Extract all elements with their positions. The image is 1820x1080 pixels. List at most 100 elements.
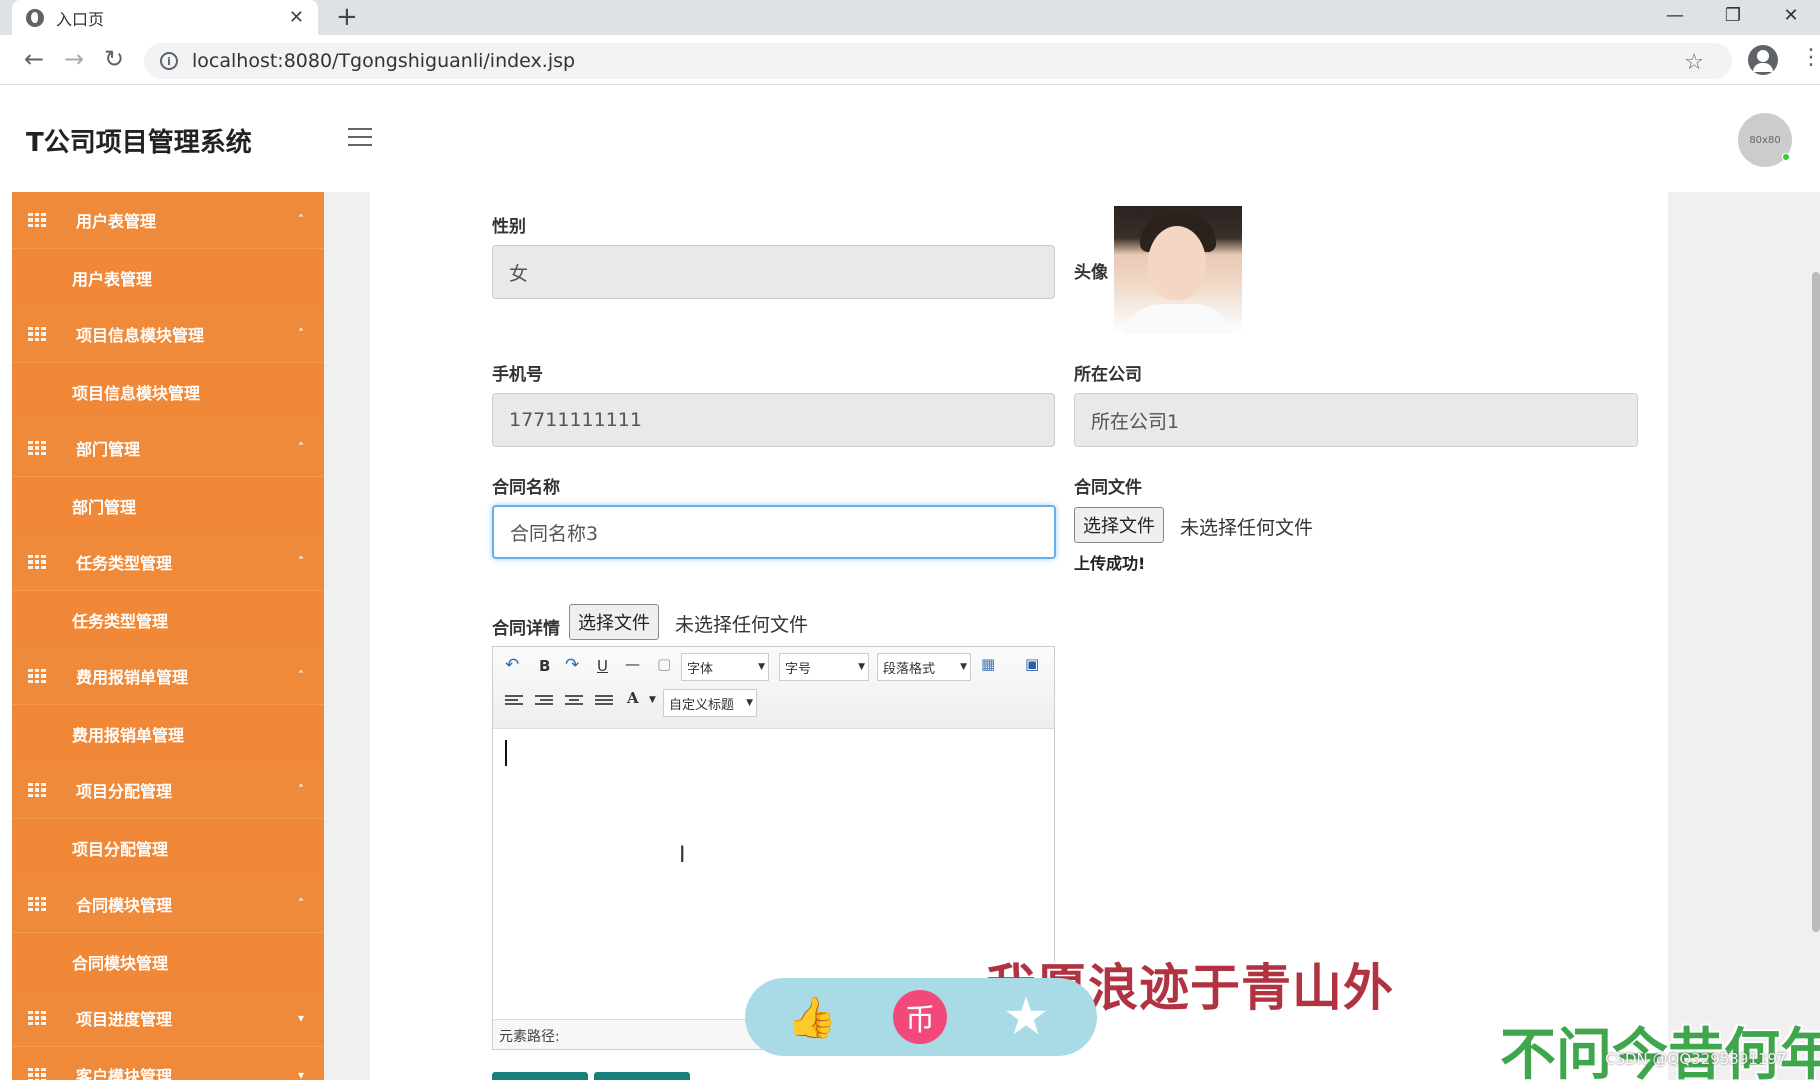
chevron-icon: ˄ bbox=[298, 441, 304, 455]
contract-name-input[interactable]: 合同名称3 bbox=[492, 505, 1056, 559]
contract-detail-choose-button[interactable]: 选择文件 bbox=[569, 604, 659, 640]
sidebar-group-15[interactable]: 客户模块管理 ▾ bbox=[12, 1047, 324, 1080]
sidebar-label: 部门管理 bbox=[72, 497, 137, 517]
close-window-icon[interactable]: ✕ bbox=[1762, 0, 1820, 30]
sidebar-item-3[interactable]: 项目信息模块管理 bbox=[12, 363, 324, 420]
font-family-select[interactable]: 字体 ▼ bbox=[681, 653, 769, 681]
sidebar-item-9[interactable]: 费用报销单管理 bbox=[12, 705, 324, 762]
hamburger-menu-icon[interactable] bbox=[348, 128, 372, 146]
chevron-icon: ˄ bbox=[298, 213, 304, 227]
chevron-icon: ˄ bbox=[298, 783, 304, 797]
address-bar: ← → ↻ i localhost:8080/Tgongshiguanli/in… bbox=[0, 35, 1820, 85]
preview-icon[interactable]: ▣ bbox=[1025, 655, 1039, 673]
star-favorite-icon[interactable]: ★ bbox=[999, 987, 1053, 1047]
contract-detail-file-status: 未选择任何文件 bbox=[675, 614, 809, 636]
chevron-icon: ▾ bbox=[297, 1068, 304, 1080]
sidebar-item-7[interactable]: 任务类型管理 bbox=[12, 591, 324, 648]
url-field[interactable]: i localhost:8080/Tgongshiguanli/index.js… bbox=[144, 43, 1732, 79]
sidebar-group-2[interactable]: 项目信息模块管理 ˄ bbox=[12, 306, 324, 363]
lyric-overlay-2: 不问今昔何年 bbox=[1500, 1023, 1820, 1080]
sidebar-item-13[interactable]: 合同模块管理 bbox=[12, 933, 324, 990]
online-status-dot bbox=[1782, 153, 1790, 161]
floating-action-bar: 👍 币 ★ bbox=[745, 978, 1097, 1056]
new-document-icon[interactable]: ▢ bbox=[657, 655, 671, 673]
scrollbar-thumb[interactable] bbox=[1812, 272, 1820, 932]
sidebar-group-10[interactable]: 项目分配管理 ˄ bbox=[12, 762, 324, 819]
grid-icon bbox=[28, 669, 46, 683]
grid-icon bbox=[28, 1068, 46, 1080]
sidebar-label: 用户表管理 bbox=[72, 269, 153, 289]
sidebar: 用户表管理 ˄ 用户表管理 项目信息模块管理 ˄ 项目信息模块管理 部门管理 ˄ 部门管理 任务类… bbox=[12, 192, 324, 1080]
chevron-icon: ▾ bbox=[297, 1011, 304, 1025]
profile-icon[interactable] bbox=[1748, 45, 1778, 75]
new-tab-button[interactable]: + bbox=[336, 2, 358, 32]
back-arrow-icon[interactable]: ← bbox=[24, 45, 44, 73]
user-avatar[interactable]: 80x80 bbox=[1738, 113, 1792, 167]
forward-arrow-icon[interactable]: → bbox=[64, 45, 84, 73]
grid-icon bbox=[28, 555, 46, 569]
underline-button[interactable]: U bbox=[597, 657, 608, 675]
avatar-photo bbox=[1114, 206, 1242, 334]
gender-label: 性别 bbox=[492, 217, 526, 237]
browser-menu-icon[interactable]: ⋮ bbox=[1800, 45, 1820, 70]
avatar-placeholder-text: 80x80 bbox=[1749, 134, 1781, 146]
sidebar-group-8[interactable]: 费用报销单管理 ˄ bbox=[12, 648, 324, 705]
mouse-ibeam-cursor: I bbox=[679, 843, 686, 868]
thumbs-up-icon[interactable]: 👍 bbox=[785, 990, 839, 1044]
phone-field[interactable]: 17711111111 bbox=[492, 393, 1055, 447]
app-header: T公司项目管理系统 80x80 bbox=[12, 86, 1820, 192]
sidebar-group-6[interactable]: 任务类型管理 ˄ bbox=[12, 534, 324, 591]
sidebar-group-14[interactable]: 项目进度管理 ▾ bbox=[12, 990, 324, 1047]
tab-close-icon[interactable]: ✕ bbox=[289, 7, 304, 28]
editor-toolbar: ↶ B ↷ U — ▢ 字体 ▼ 字号 ▼ 段落格式 ▼ ▦ ▣ A ▼ 自定义标题 ▼ bbox=[493, 647, 1054, 729]
sidebar-group-0[interactable]: 用户表管理 ˄ bbox=[12, 192, 324, 249]
reload-icon[interactable]: ↻ bbox=[104, 45, 124, 73]
custom-title-select[interactable]: 自定义标题 ▼ bbox=[663, 689, 757, 717]
horizontal-rule-button[interactable]: — bbox=[625, 655, 640, 673]
coin-icon[interactable]: 币 bbox=[893, 990, 947, 1044]
align-right-icon[interactable] bbox=[535, 695, 553, 709]
sidebar-label: 用户表管理 bbox=[76, 212, 157, 231]
sidebar-group-4[interactable]: 部门管理 ˄ bbox=[12, 420, 324, 477]
font-color-button[interactable]: A bbox=[627, 689, 639, 707]
browser-tabbar: 入口页 ✕ + — ❐ ✕ bbox=[0, 0, 1820, 35]
company-field[interactable]: 所在公司1 bbox=[1074, 393, 1638, 447]
chevron-icon: ˄ bbox=[298, 555, 304, 569]
sidebar-label: 项目信息模块管理 bbox=[76, 326, 205, 345]
table-icon[interactable]: ▦ bbox=[981, 655, 995, 673]
font-size-select[interactable]: 字号 ▼ bbox=[779, 653, 869, 681]
sidebar-group-12[interactable]: 合同模块管理 ˄ bbox=[12, 876, 324, 933]
grid-icon bbox=[28, 441, 46, 455]
gender-field[interactable]: 女 bbox=[492, 245, 1055, 299]
cancel-button[interactable] bbox=[594, 1072, 690, 1080]
font-family-value: 字体 bbox=[687, 661, 714, 677]
restore-icon[interactable]: ❐ bbox=[1704, 0, 1762, 30]
undo-icon[interactable]: ↶ bbox=[505, 655, 519, 675]
align-center-icon[interactable] bbox=[565, 695, 583, 709]
chevron-icon: ˄ bbox=[298, 669, 304, 683]
page-scrollbar[interactable] bbox=[1812, 192, 1820, 1080]
sidebar-label: 客户模块管理 bbox=[76, 1067, 173, 1080]
grid-icon bbox=[28, 897, 46, 911]
sidebar-label: 任务类型管理 bbox=[76, 554, 173, 573]
sidebar-label: 项目分配管理 bbox=[72, 839, 169, 859]
chevron-icon: ˄ bbox=[298, 897, 304, 911]
font-color-dropdown-icon[interactable]: ▼ bbox=[649, 695, 656, 705]
sidebar-item-1[interactable]: 用户表管理 bbox=[12, 249, 324, 306]
align-justify-icon[interactable] bbox=[595, 695, 613, 709]
bookmark-star-icon[interactable]: ☆ bbox=[1684, 50, 1704, 75]
sidebar-item-5[interactable]: 部门管理 bbox=[12, 477, 324, 534]
contract-file-label: 合同文件 bbox=[1074, 478, 1142, 498]
redo-icon[interactable]: ↷ bbox=[565, 655, 579, 675]
sidebar-label: 合同模块管理 bbox=[72, 953, 169, 973]
align-left-icon[interactable] bbox=[505, 695, 523, 709]
paragraph-format-select[interactable]: 段落格式 ▼ bbox=[877, 653, 971, 681]
contract-file-choose-button[interactable]: 选择文件 bbox=[1074, 507, 1164, 543]
browser-tab[interactable]: 入口页 ✕ bbox=[12, 0, 318, 35]
bold-button[interactable]: B bbox=[539, 657, 550, 675]
minimize-icon[interactable]: — bbox=[1646, 0, 1704, 30]
sidebar-item-11[interactable]: 项目分配管理 bbox=[12, 819, 324, 876]
site-info-icon[interactable]: i bbox=[160, 52, 178, 70]
submit-button[interactable] bbox=[492, 1072, 588, 1080]
editor-content-area[interactable]: I bbox=[493, 730, 1054, 1020]
